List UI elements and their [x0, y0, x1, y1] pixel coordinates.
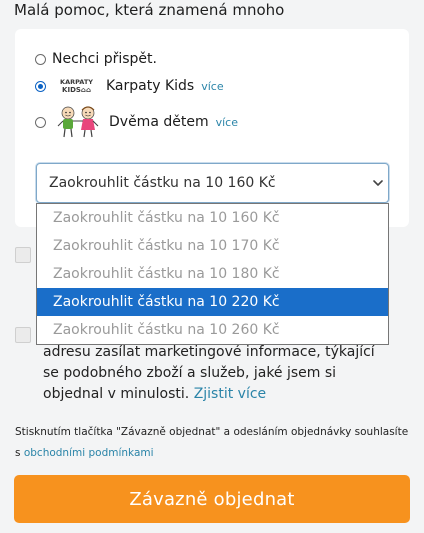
dvema-detem-more-link[interactable]: více — [216, 116, 238, 129]
dropdown-option-highlighted[interactable]: Zaokrouhlit částku na 10 220 Kč — [37, 288, 388, 316]
chevron-down-icon — [373, 180, 383, 186]
marketing-consent-checkbox[interactable] — [15, 327, 31, 343]
svg-text:KIDS⌂⌂: KIDS⌂⌂ — [62, 86, 91, 94]
option-no-donation[interactable]: Nechci přispět. — [35, 51, 157, 67]
learn-more-link[interactable]: Zjistit více — [194, 386, 266, 402]
radio-karpaty-kids[interactable] — [35, 80, 46, 92]
radio-no-donation[interactable] — [35, 53, 46, 65]
dropdown-option[interactable]: Zaokrouhlit částku na 10 180 Kč — [37, 260, 388, 288]
svg-text:KARPATY: KARPATY — [60, 78, 93, 86]
option-dvema-detem-label: Dvěma dětem — [109, 114, 209, 130]
place-order-button[interactable]: Závazně objednat — [14, 475, 410, 523]
dropdown-option[interactable]: Zaokrouhlit částku na 10 160 Kč — [37, 204, 388, 232]
dropdown-option[interactable]: Zaokrouhlit částku na 10 260 Kč — [37, 316, 388, 344]
marketing-consent-text: adresu zasílat marketingové informace, t… — [43, 342, 393, 405]
option-no-donation-label: Nechci přispět. — [52, 51, 157, 67]
round-up-select[interactable]: Zaokrouhlit částku na 10 160 Kč — [36, 163, 389, 203]
dvema-detem-logo — [57, 106, 99, 138]
terms-link[interactable]: obchodními podmínkami — [24, 447, 154, 459]
radio-dvema-detem[interactable] — [35, 116, 46, 128]
option-karpaty-kids[interactable]: KARPATY KIDS⌂⌂ Karpaty Kids více — [35, 77, 224, 95]
section-heading: Malá pomoc, která znamená mnoho — [14, 1, 285, 19]
dropdown-option[interactable]: Zaokrouhlit částku na 10 170 Kč — [37, 232, 388, 260]
option-dvema-detem[interactable]: Dvěma dětem více — [35, 104, 238, 140]
terms-notice: Stisknutím tlačítka "Závazně objednat" a… — [15, 422, 410, 464]
newsletter-checkbox-1[interactable] — [15, 247, 31, 263]
karpaty-kids-logo: KARPATY KIDS⌂⌂ — [55, 77, 98, 95]
round-up-dropdown-list: Zaokrouhlit částku na 10 160 Kč Zaokrouh… — [36, 203, 389, 345]
option-karpaty-kids-label: Karpaty Kids — [106, 78, 195, 94]
round-up-select-value: Zaokrouhlit částku na 10 160 Kč — [49, 175, 276, 191]
karpaty-kids-more-link[interactable]: více — [201, 80, 223, 93]
